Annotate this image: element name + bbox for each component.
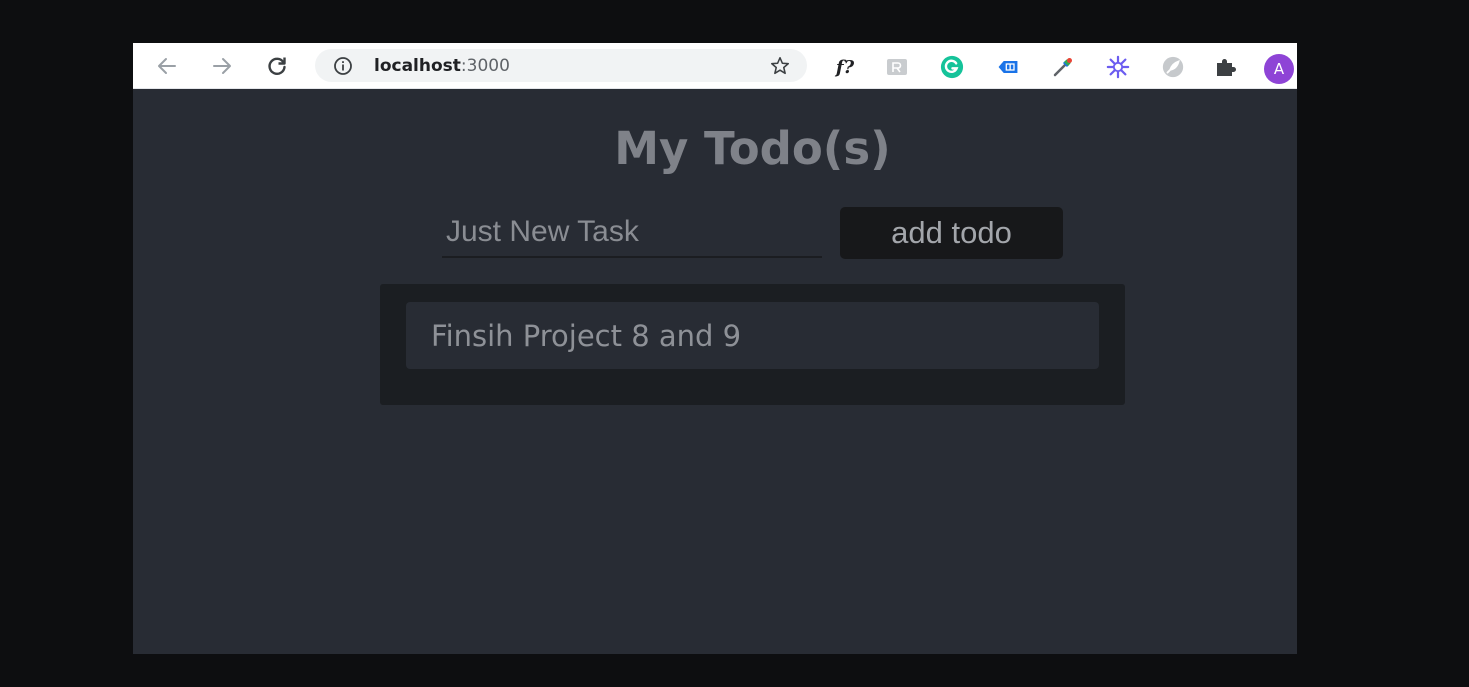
todo-list: Finsih Project 8 and 9 [380,284,1125,405]
rx-icon [887,59,907,75]
todo-item-text: Finsih Project 8 and 9 [431,319,742,353]
url-text[interactable]: localhost:3000 [374,56,510,76]
tab-icon [998,61,1018,73]
page-title: My Todo(s) [614,122,891,175]
profile-avatar[interactable]: A [1264,54,1294,84]
feather-icon [1162,56,1184,78]
new-task-input[interactable] [442,208,822,258]
arrow-left-icon [158,58,176,74]
reload-button[interactable] [263,52,291,80]
url-port: :3000 [460,56,510,76]
url-host: localhost [374,56,461,76]
extensions-puzzle-icon[interactable] [1214,55,1238,79]
reload-icon [268,57,286,75]
info-icon[interactable] [333,56,353,76]
puzzle-icon [1217,59,1236,76]
fx-extension-icon[interactable]: f? [833,55,857,79]
starburst-extension-icon[interactable] [1106,55,1130,79]
tab-extension-icon[interactable] [996,55,1020,79]
forward-button[interactable] [208,52,236,80]
todo-item[interactable]: Finsih Project 8 and 9 [406,302,1099,369]
color-picker-extension-icon[interactable] [1051,55,1075,79]
eyedropper-icon [1053,58,1072,77]
back-button[interactable] [153,52,181,80]
arrow-right-icon [213,58,231,74]
page-content: My Todo(s) add todo Finsih Project 8 and… [133,89,1297,654]
browser-toolbar: localhost:3000 f? A [133,43,1297,89]
browser-window: localhost:3000 f? A My Todo(s) Just New … [133,43,1297,654]
add-todo-button[interactable]: add todo [840,207,1063,259]
grammarly-extension-icon[interactable] [940,55,964,79]
starburst-icon [1106,55,1130,79]
bookmark-star-icon[interactable] [769,55,791,77]
address-bar[interactable]: localhost:3000 [315,49,807,82]
rx-extension-icon[interactable] [885,55,909,79]
grammarly-icon [940,55,964,79]
feather-extension-icon[interactable] [1161,55,1185,79]
